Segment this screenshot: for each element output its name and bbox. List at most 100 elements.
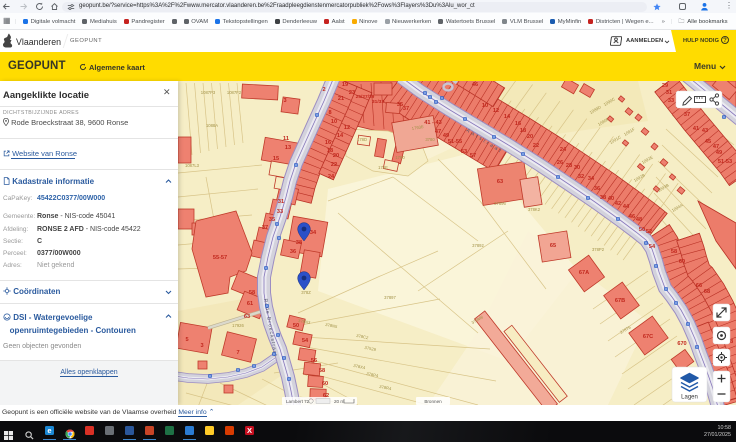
svg-text:68: 68 [704,289,710,295]
svg-text:38: 38 [600,195,606,201]
svg-text:670: 670 [677,341,686,347]
svg-text:19: 19 [342,82,348,88]
svg-text:42: 42 [615,201,621,207]
svg-text:14: 14 [337,133,344,139]
svg-text:3780: 3780 [425,137,435,142]
svg-text:44: 44 [623,204,630,210]
svg-text:26: 26 [557,160,563,166]
svg-text:16: 16 [325,140,331,146]
svg-text:40: 40 [608,196,614,202]
svg-text:46: 46 [629,214,635,220]
svg-text:58: 58 [671,249,677,255]
svg-text:37: 37 [403,106,409,112]
svg-text:60: 60 [679,259,685,265]
svg-text:57: 57 [470,153,476,159]
svg-text:24: 24 [560,147,567,153]
svg-text:1088A: 1088A [206,123,218,128]
svg-text:31: 31 [278,199,284,205]
svg-text:1087F2: 1087F2 [227,90,242,95]
svg-text:18: 18 [520,128,526,134]
svg-text:378P2: 378P2 [592,247,605,252]
svg-text:36: 36 [290,249,296,255]
svg-text:178E: 178E [378,165,388,170]
svg-text:48: 48 [636,217,642,223]
svg-text:378Z: 378Z [301,290,311,295]
svg-text:63: 63 [497,179,503,185]
svg-text:17926: 17926 [232,323,244,328]
svg-text:3: 3 [283,98,286,104]
svg-text:65: 65 [550,243,556,249]
svg-text:67B: 67B [615,298,625,304]
svg-text:52: 52 [646,229,652,235]
svg-text:32: 32 [578,174,584,180]
svg-text:58: 58 [249,290,255,296]
svg-text:34: 34 [310,230,317,236]
svg-text:Lambert 72: Lambert 72 [286,399,310,404]
svg-text:37897: 37897 [384,295,396,300]
svg-text:7: 7 [236,350,239,356]
svg-text:5: 5 [185,337,188,343]
svg-text:51-55: 51-55 [448,139,462,145]
svg-text:2: 2 [322,87,325,93]
svg-text:31: 31 [666,90,672,96]
svg-text:1087L3: 1087L3 [185,163,200,168]
svg-text:54: 54 [302,338,309,344]
svg-text:3: 3 [200,343,203,349]
svg-text:37: 37 [262,225,268,231]
svg-text:58: 58 [319,368,325,374]
svg-text:47: 47 [435,129,441,135]
svg-text:31/33: 31/33 [372,99,384,105]
svg-text:13: 13 [285,145,291,151]
svg-text:41: 41 [693,126,699,132]
svg-text:11: 11 [283,136,289,142]
svg-text:37896: 37896 [494,201,506,206]
svg-text:22: 22 [533,143,539,149]
svg-text:Lagen: Lagen [681,395,698,401]
svg-text:28: 28 [566,163,572,169]
svg-text:23: 23 [349,90,355,96]
svg-text:66: 66 [696,283,702,289]
svg-text:53: 53 [461,149,467,155]
svg-text:10: 10 [482,103,488,109]
svg-text:378K2: 378K2 [528,207,541,212]
svg-text:33: 33 [277,209,283,215]
svg-text:14: 14 [504,114,511,120]
svg-text:55-57: 55-57 [213,255,227,261]
svg-text:35: 35 [269,217,275,223]
svg-text:67C: 67C [643,334,653,340]
svg-text:61: 61 [247,301,253,307]
svg-text:10: 10 [331,119,337,125]
svg-text:1780: 1780 [395,155,405,160]
svg-text:20: 20 [527,134,533,140]
svg-text:21: 21 [338,96,344,102]
svg-text:1087P3: 1087P3 [201,90,216,95]
svg-text:49: 49 [716,150,722,156]
svg-text:38: 38 [296,240,302,246]
svg-text:60: 60 [322,381,328,387]
svg-text:34: 34 [588,176,595,182]
svg-text:8: 8 [328,110,331,116]
svg-text:46: 46 [472,82,478,88]
svg-text:15: 15 [273,156,279,162]
svg-text:37: 37 [684,112,690,118]
svg-text:22: 22 [331,162,337,168]
svg-text:178D: 178D [357,137,367,142]
svg-text:56: 56 [311,358,317,364]
svg-text:51-53: 51-53 [718,159,732,165]
svg-text:12: 12 [344,125,350,131]
svg-text:24: 24 [328,174,335,180]
svg-text:20 m: 20 m [334,399,344,404]
svg-text:12: 12 [493,108,499,114]
svg-text:50: 50 [639,227,645,233]
svg-text:36: 36 [594,186,600,192]
svg-text:30: 30 [574,165,580,171]
svg-text:45: 45 [705,139,711,145]
svg-text:20: 20 [333,153,339,159]
svg-text:29: 29 [662,83,668,89]
svg-text:37892: 37892 [472,243,484,248]
svg-text:16: 16 [515,121,521,127]
svg-text:63: 63 [244,314,250,320]
svg-text:43: 43 [702,128,708,134]
svg-text:50: 50 [293,323,299,329]
svg-text:54: 54 [649,244,656,250]
